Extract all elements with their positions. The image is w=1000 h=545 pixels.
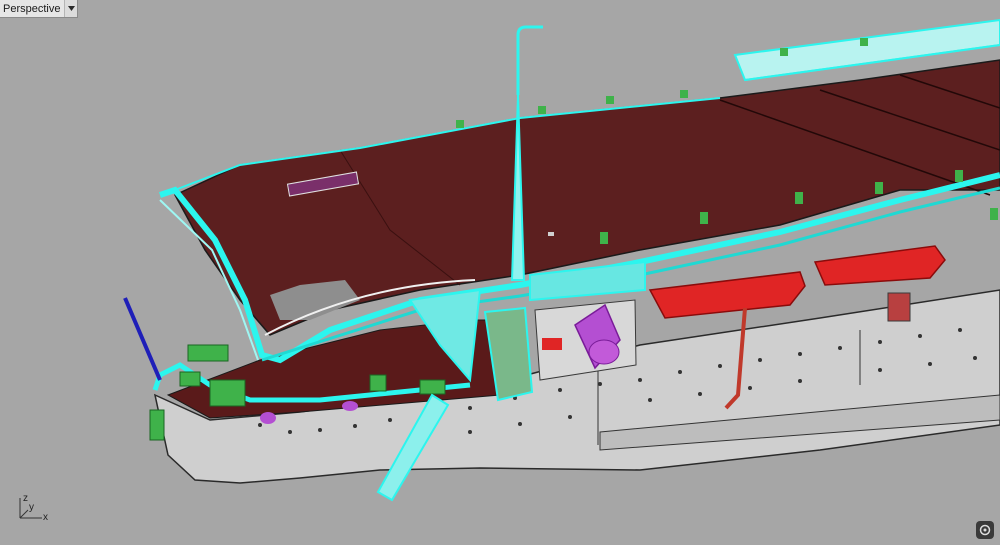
ship-model-scene[interactable] <box>0 0 1000 545</box>
lifeboat-1[interactable] <box>648 271 806 319</box>
viewport-perspective[interactable]: Perspective z x y <box>0 0 1000 545</box>
gun-mount <box>260 412 276 424</box>
deck-marker <box>548 232 554 236</box>
lifeboat-2[interactable] <box>813 245 946 286</box>
axis-x-label: x <box>43 512 48 523</box>
axis-y-label: y <box>29 502 34 513</box>
viewport-title-tab[interactable]: Perspective <box>0 0 79 18</box>
camera-icon[interactable] <box>976 521 994 539</box>
axis-gizmo: z x y <box>19 493 48 523</box>
red-fitting <box>542 338 562 350</box>
triangle-down-icon[interactable] <box>64 0 78 17</box>
hull-hatch <box>887 292 911 322</box>
radio-mast[interactable] <box>123 297 162 381</box>
axis-z-label: z <box>23 493 28 504</box>
funnel-opening <box>588 339 620 365</box>
viewport-title[interactable]: Perspective <box>0 3 64 15</box>
mast-top-arm <box>516 25 543 95</box>
gun-mount <box>342 401 358 411</box>
